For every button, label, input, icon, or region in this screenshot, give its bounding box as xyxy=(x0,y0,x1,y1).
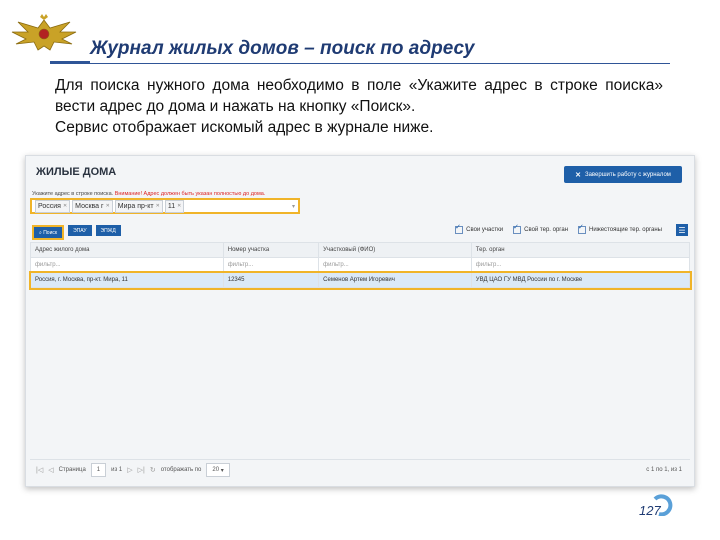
column-header[interactable]: Тер. орган xyxy=(470,242,691,258)
prev-page-icon[interactable]: ◁ xyxy=(48,466,53,474)
epau-button[interactable]: ЭПАУ xyxy=(68,225,92,236)
chevron-down-icon[interactable]: ▾ xyxy=(292,203,295,210)
checkbox-checked-icon xyxy=(578,223,587,234)
chip-label: Москва г xyxy=(75,202,104,210)
eagle-emblem-icon xyxy=(11,14,77,51)
search-chip[interactable]: Москва г ✕ xyxy=(72,199,113,213)
search-chip[interactable]: Россия ✕ xyxy=(35,199,71,213)
own-ter-checkbox[interactable]: Свой тер. орган xyxy=(513,223,569,234)
pagination-bar: |◁ ◁ Страница 1 из 1 ▷ ▷| ↻ отображать п… xyxy=(30,459,690,480)
chip-label: 11 xyxy=(167,202,176,210)
search-button-label: Поиск xyxy=(43,229,58,236)
per-page-value: 20 xyxy=(212,467,220,473)
table-cell: Россия, г. Москва, пр-кт. Мира, 11 xyxy=(30,272,224,288)
slide-description: Для поиска нужного дома необходимо в пол… xyxy=(55,75,663,138)
records-count: с 1 по 1, из 1 xyxy=(646,467,682,473)
column-header[interactable]: Участковый (ФИО) xyxy=(318,242,472,258)
table-cell: 12345 xyxy=(222,272,320,288)
search-hint-text: Укажите адрес в строке поиска. xyxy=(32,191,114,197)
checkbox-checked-icon xyxy=(513,223,522,234)
menu-icon[interactable]: ☰ xyxy=(676,224,688,236)
own-areas-label: Свои участки xyxy=(466,227,504,233)
column-filter-input[interactable]: фильтр... xyxy=(30,257,224,273)
column-filter-input[interactable]: фильтр... xyxy=(470,257,691,273)
title-underline xyxy=(50,63,670,64)
search-chip[interactable]: 11 ✕ xyxy=(164,199,185,213)
last-page-icon[interactable]: ▷| xyxy=(138,466,145,474)
next-page-icon[interactable]: ▷ xyxy=(127,466,132,474)
filter-row: фильтр... фильтр... фильтр... фильтр... xyxy=(30,257,691,273)
page-label: Страница xyxy=(58,467,86,473)
table-header-row: Адрес жилого дома Номер участка Участков… xyxy=(30,242,691,258)
lower-ter-checkbox[interactable]: Нижестоящие тер. органы xyxy=(578,223,662,234)
page-total: из 1 xyxy=(111,467,123,473)
finish-journal-button[interactable]: ✕ Завершить работу с журналом xyxy=(564,166,682,183)
chip-label: Россия xyxy=(38,202,61,210)
search-icon: ⌕ xyxy=(39,229,42,236)
page-number: 127 xyxy=(639,503,661,518)
search-button[interactable]: ⌕ Поиск xyxy=(32,225,65,240)
own-ter-label: Свой тер. орган xyxy=(524,227,569,233)
column-header[interactable]: Номер участка xyxy=(222,242,320,258)
own-areas-checkbox[interactable]: Свои участки xyxy=(455,223,504,234)
table-cell: УВД ЦАО ГУ МВД России по г. Москве xyxy=(470,272,691,288)
search-hint-warning: Внимание! Адрес должен быть указан полно… xyxy=(114,191,266,197)
search-hint: Укажите адрес в строке поиска. Внимание!… xyxy=(32,191,265,197)
chip-remove-icon[interactable]: ✕ xyxy=(63,203,67,209)
column-filter-input[interactable]: фильтр... xyxy=(318,257,472,273)
epzhd-button[interactable]: ЭПЖД xyxy=(95,225,121,236)
lower-ter-label: Нижестоящие тер. органы xyxy=(589,227,662,233)
chevron-down-icon: ▾ xyxy=(220,467,224,474)
first-page-icon[interactable]: |◁ xyxy=(36,466,43,474)
column-filter-input[interactable]: фильтр... xyxy=(222,257,320,273)
per-page-label: отображать по xyxy=(160,467,202,473)
refresh-icon[interactable]: ↻ xyxy=(150,466,156,474)
toolbar: ⌕ Поиск ЭПАУ ЭПЖД xyxy=(32,225,121,240)
chip-label: Мира пр-кт xyxy=(117,202,154,210)
address-search-input[interactable]: Россия ✕ Москва г ✕ Мира пр-кт ✕ 11 ✕ ▾ xyxy=(30,198,300,214)
slide-title: Журнал жилых домов – поиск по адресу xyxy=(90,38,475,59)
chip-remove-icon[interactable]: ✕ xyxy=(156,203,160,209)
filter-checkboxes: Свои участки Свой тер. орган Нижестоящие… xyxy=(455,223,662,234)
chip-remove-icon[interactable]: ✕ xyxy=(106,203,110,209)
table-row[interactable]: Россия, г. Москва, пр-кт. Мира, 11 12345… xyxy=(28,270,692,290)
finish-journal-label: Завершить работу с журналом xyxy=(584,171,671,178)
app-screenshot: ЖИЛЫЕ ДОМА ✕ Завершить работу с журналом… xyxy=(25,155,695,487)
table-cell: Семенов Артем Игоревич xyxy=(318,272,472,288)
search-chip[interactable]: Мира пр-кт ✕ xyxy=(114,199,163,213)
checkbox-checked-icon xyxy=(455,223,464,234)
chip-remove-icon[interactable]: ✕ xyxy=(177,203,181,209)
page-input[interactable]: 1 xyxy=(90,463,107,477)
page-header: ЖИЛЫЕ ДОМА xyxy=(36,166,117,178)
description-line-2: Сервис отображает искомый адрес в журнал… xyxy=(55,119,434,136)
per-page-select[interactable]: 20 ▾ xyxy=(206,463,230,477)
close-icon: ✕ xyxy=(575,171,581,179)
column-header[interactable]: Адрес жилого дома xyxy=(30,242,224,258)
houses-table: Адрес жилого дома Номер участка Участков… xyxy=(28,242,692,290)
description-line-1: Для поиска нужного дома необходимо в пол… xyxy=(55,77,663,115)
